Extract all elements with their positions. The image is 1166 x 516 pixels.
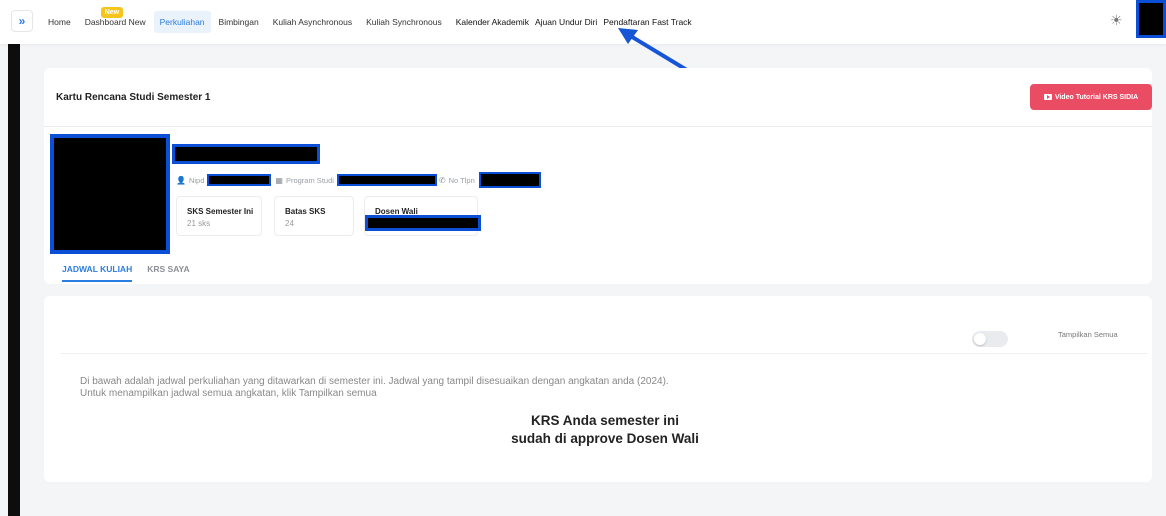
nav-item-dashboard-new[interactable]: New Dashboard New — [79, 7, 152, 33]
tab-krs-saya[interactable]: KRS SAYA — [147, 264, 189, 282]
nav-item-kuliah-synchronous[interactable]: Kuliah Synchronous — [360, 11, 448, 33]
krs-tabs: JADWAL KULIAH KRS SAYA — [62, 264, 205, 282]
user-icon: 👤 — [176, 175, 186, 185]
student-photo — [50, 134, 170, 254]
approval-message: KRS Anda semester ini sudah di approve D… — [511, 413, 699, 446]
calendar-icon: ▦ — [275, 175, 283, 185]
prodi-label: Program Studi — [285, 175, 334, 185]
batas-sks-box: Batas SKS 24 — [274, 196, 354, 236]
nav-item-kuliah-asynchronous[interactable]: Kuliah Asynchronous — [267, 11, 358, 33]
nav-item-home[interactable]: Home — [42, 11, 77, 33]
prodi-redacted — [336, 174, 437, 186]
nipd-label: Nipd — [188, 175, 205, 185]
video-tutorial-button[interactable]: Video Tutorial KRS SIDIA — [1030, 84, 1152, 110]
double-chevron-right-icon[interactable]: » — [11, 10, 33, 32]
sun-icon[interactable]: ☀ — [1110, 12, 1123, 29]
main-nav: Home New Dashboard New Perkuliahan Bimbi… — [42, 0, 700, 44]
tampilkan-semua-toggle[interactable] — [972, 331, 1008, 347]
student-name-redacted — [172, 144, 320, 164]
divider — [44, 126, 1152, 127]
schedule-description: Di bawah adalah jadwal perkuliahan yang … — [80, 376, 669, 399]
tlpn-label: No Tlpn — [448, 175, 475, 185]
student-info-row: 👤 Nipd ▦ Program Studi ✆ No Tlpn — [176, 172, 541, 188]
tampilkan-semua-label: Tampilkan Semua — [1058, 330, 1118, 339]
toggle-knob — [974, 333, 986, 345]
phone-icon: ✆ — [438, 175, 446, 185]
tab-jadwal-kuliah[interactable]: JADWAL KULIAH — [62, 264, 133, 282]
nipd-redacted — [207, 174, 272, 186]
nav-item-pendaftaran-fast-track[interactable]: Pendaftaran Fast Track — [601, 11, 697, 33]
avatar[interactable] — [1136, 0, 1166, 38]
page-title: Kartu Rencana Studi Semester 1 — [56, 92, 211, 103]
tlpn-redacted — [478, 172, 541, 188]
sks-semester-box: SKS Semester Ini 21 sks — [176, 196, 262, 236]
nav-item-perkuliahan[interactable]: Perkuliahan — [153, 11, 211, 33]
top-navbar: » Home New Dashboard New Perkuliahan Bim… — [0, 0, 1166, 44]
nav-item-kalender-akademik[interactable]: Kalender Akademik — [450, 11, 531, 33]
nav-item-ajuan-undur-diri[interactable]: Ajuan Undur Diri — [533, 11, 599, 33]
youtube-icon — [1043, 94, 1052, 100]
nav-item-bimbingan[interactable]: Bimbingan — [213, 11, 265, 33]
dosen-wali-redacted — [365, 215, 481, 231]
new-badge: New — [100, 7, 124, 18]
